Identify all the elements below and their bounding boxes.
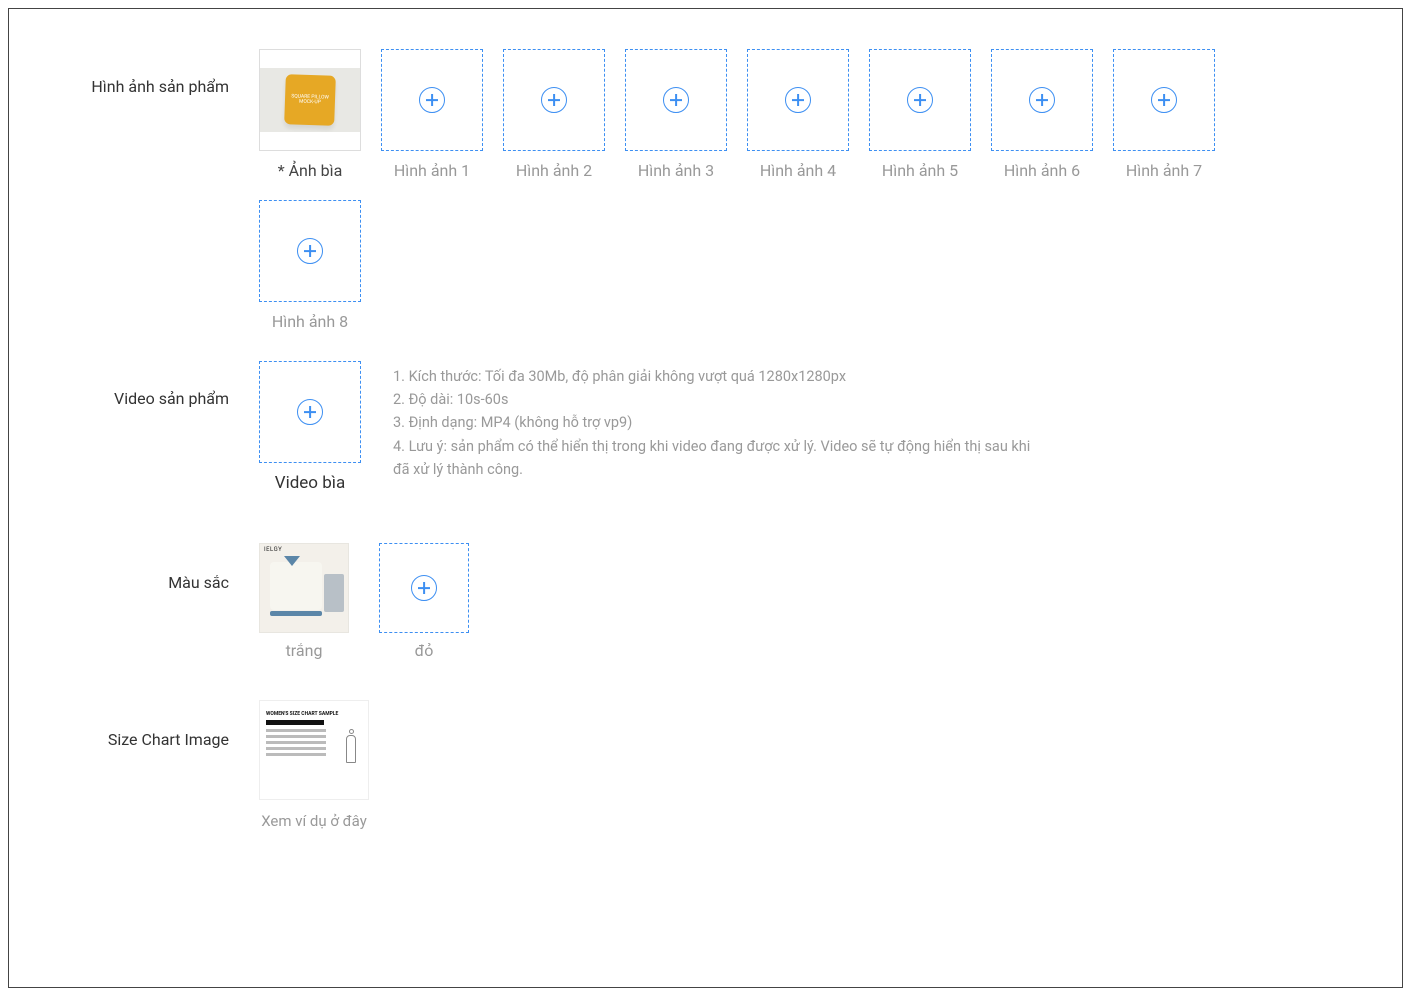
video-hint-4: Lưu ý: sản phẩm có thể hiển thị trong kh… (393, 435, 1033, 481)
image-slot-2: Hình ảnh 2 (503, 49, 605, 180)
size-chart-content: WOMEN'S SIZE CHART SAMPLE Xem ví dụ ở đâ… (259, 700, 1372, 830)
image-slot-7: Hình ảnh 7 (1113, 49, 1215, 180)
size-chart-figure-icon (342, 729, 360, 765)
cover-image-label: * Ảnh bìa (278, 161, 343, 180)
add-image-5-button[interactable] (869, 49, 971, 151)
image-label-7: Hình ảnh 7 (1126, 161, 1202, 180)
video-hint-1: Kích thước: Tối đa 30Mb, độ phân giải kh… (393, 365, 1033, 388)
image-label-3: Hình ảnh 3 (638, 161, 714, 180)
image-slot-5: Hình ảnh 5 (869, 49, 971, 180)
pillow-mock-icon: SQUARE PILLOW MOCK-UP (284, 74, 336, 126)
image-label-6: Hình ảnh 6 (1004, 161, 1080, 180)
add-image-4-button[interactable] (747, 49, 849, 151)
plus-icon (785, 87, 811, 113)
video-slot: Video bìa (259, 361, 361, 493)
plus-icon (411, 575, 437, 601)
section-color: Màu sắc IELGY trắng đỏ (39, 543, 1372, 660)
add-image-6-button[interactable] (991, 49, 1093, 151)
add-color-red-button[interactable] (379, 543, 469, 633)
add-image-7-button[interactable] (1113, 49, 1215, 151)
section-label-product-images: Hình ảnh sản phẩm (39, 49, 259, 96)
image-slot-8: Hình ảnh 8 (259, 200, 361, 331)
video-hint-3: Định dạng: MP4 (không hỗ trợ vp9) (393, 411, 1033, 434)
image-label-4: Hình ảnh 4 (760, 161, 836, 180)
image-slot-3: Hình ảnh 3 (625, 49, 727, 180)
size-chart-example-link[interactable]: Xem ví dụ ở đây (244, 812, 384, 830)
form-panel: Hình ảnh sản phẩm SQUARE PILLOW MOCK-UP … (8, 8, 1403, 988)
add-image-8-button[interactable] (259, 200, 361, 302)
plus-icon (297, 399, 323, 425)
brand-tag: IELGY (264, 546, 282, 553)
add-image-1-button[interactable] (381, 49, 483, 151)
plus-icon (541, 87, 567, 113)
plus-icon (1151, 87, 1177, 113)
color-thumb-white[interactable]: IELGY (259, 543, 349, 633)
image-label-8: Hình ảnh 8 (272, 312, 348, 331)
product-images-list: SQUARE PILLOW MOCK-UP * Ảnh bìa Hình ảnh… (259, 49, 1259, 331)
image-label-5: Hình ảnh 5 (882, 161, 958, 180)
section-size-chart: Size Chart Image WOMEN'S SIZE CHART SAMP… (39, 700, 1372, 830)
plus-icon (297, 238, 323, 264)
cover-image-thumb[interactable]: SQUARE PILLOW MOCK-UP (259, 49, 361, 151)
video-slot-label: Video bìa (275, 473, 345, 493)
section-product-images: Hình ảnh sản phẩm SQUARE PILLOW MOCK-UP … (39, 49, 1372, 331)
color-label-red: đỏ (415, 641, 434, 660)
plus-icon (1029, 87, 1055, 113)
add-image-2-button[interactable] (503, 49, 605, 151)
color-list: IELGY trắng đỏ (259, 543, 1372, 660)
color-slot-red: đỏ (379, 543, 469, 660)
image-label-1: Hình ảnh 1 (394, 161, 470, 180)
color-label-white: trắng (286, 641, 323, 660)
add-video-button[interactable] (259, 361, 361, 463)
plus-icon (907, 87, 933, 113)
video-hints: Kích thước: Tối đa 30Mb, độ phân giải kh… (393, 361, 1033, 481)
product-video-content: Video bìa Kích thước: Tối đa 30Mb, độ ph… (259, 361, 1372, 493)
size-chart-example-thumb[interactable]: WOMEN'S SIZE CHART SAMPLE (259, 700, 369, 800)
section-label-product-video: Video sản phẩm (39, 361, 259, 408)
image-slot-4: Hình ảnh 4 (747, 49, 849, 180)
cover-image-mock: SQUARE PILLOW MOCK-UP (260, 50, 360, 150)
section-label-color: Màu sắc (39, 543, 259, 592)
add-image-3-button[interactable] (625, 49, 727, 151)
section-label-size-chart: Size Chart Image (39, 700, 259, 749)
plus-icon (663, 87, 689, 113)
size-chart-slot: WOMEN'S SIZE CHART SAMPLE Xem ví dụ ở đâ… (259, 700, 369, 830)
image-slot-1: Hình ảnh 1 (381, 49, 483, 180)
size-chart-thumb-title: WOMEN'S SIZE CHART SAMPLE (266, 711, 362, 717)
section-product-video: Video sản phẩm Video bìa Kích thước: Tối… (39, 361, 1372, 493)
plus-icon (419, 87, 445, 113)
cover-image-slot: SQUARE PILLOW MOCK-UP * Ảnh bìa (259, 49, 361, 180)
color-slot-white: IELGY trắng (259, 543, 349, 660)
image-slot-6: Hình ảnh 6 (991, 49, 1093, 180)
video-hint-2: Độ dài: 10s-60s (393, 388, 1033, 411)
image-label-2: Hình ảnh 2 (516, 161, 592, 180)
